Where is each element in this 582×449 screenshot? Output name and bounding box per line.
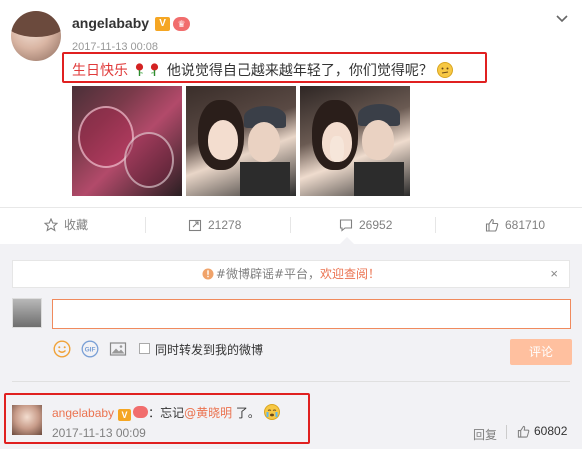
- rose-emoji-icon: [136, 63, 144, 76]
- repost-checkbox[interactable]: [139, 343, 150, 354]
- repost-icon: [188, 219, 202, 232]
- post-author[interactable]: angelababy V ♛: [72, 15, 191, 32]
- divider: [12, 381, 570, 382]
- crying-emoji-icon: [263, 404, 280, 420]
- star-icon: [43, 217, 59, 232]
- emoji-icon[interactable]: [53, 340, 71, 358]
- post-text: 生日快乐 他说觉得自己越来越年轻了，你们觉得呢？: [72, 60, 454, 80]
- submit-comment-button[interactable]: 评论: [510, 339, 572, 365]
- separator: [435, 217, 436, 233]
- separator: [290, 217, 291, 233]
- chevron-down-icon[interactable]: [556, 12, 568, 23]
- verified-badge-icon: V: [118, 409, 132, 421]
- comment-text: angelababy V ：忘记@黄晓明 了。: [52, 404, 280, 421]
- post-text-highlight: 生日快乐: [72, 63, 128, 79]
- thumbs-up-icon: [517, 425, 530, 438]
- comment-author-name[interactable]: angelababy: [52, 406, 114, 420]
- comment-input[interactable]: [52, 299, 571, 329]
- comment-like-button[interactable]: 60802: [517, 424, 567, 438]
- close-icon[interactable]: ×: [550, 266, 558, 281]
- post-photo-1[interactable]: [72, 86, 182, 196]
- post-text-body: 他说觉得自己越来越年轻了，你们觉得呢？: [166, 63, 433, 79]
- rose-emoji-icon: [151, 63, 159, 76]
- like-count: 681710: [505, 218, 546, 232]
- post-photo-2[interactable]: [186, 86, 296, 196]
- comment-like-count: 60802: [534, 424, 568, 438]
- comment-caret: [340, 237, 354, 244]
- image-icon[interactable]: [109, 340, 127, 358]
- comment-text-prefix: ：忘记: [148, 406, 185, 420]
- reply-button[interactable]: 回复: [473, 426, 497, 443]
- comment-icon: [339, 219, 353, 232]
- my-avatar[interactable]: [12, 298, 42, 328]
- like-button[interactable]: 681710: [485, 208, 545, 242]
- verified-badge-icon: V: [155, 17, 171, 32]
- separator: [145, 217, 146, 233]
- repost-button[interactable]: 21278: [188, 208, 241, 242]
- member-crown-icon: ♛: [173, 17, 191, 32]
- info-icon: [202, 268, 214, 280]
- notice-link[interactable]: 欢迎查阅！: [320, 267, 380, 281]
- separator: [506, 425, 507, 439]
- post-photo-3[interactable]: [300, 86, 410, 196]
- post-author-avatar[interactable]: [11, 11, 61, 61]
- thinking-emoji-icon: [437, 62, 454, 78]
- svg-text:GIF: GIF: [85, 347, 96, 354]
- favorite-button[interactable]: 收藏: [43, 208, 89, 242]
- comment-timestamp: 2017-11-13 00:09: [52, 426, 146, 440]
- comment-text-suffix: 了。: [232, 406, 260, 420]
- favorite-label: 收藏: [64, 218, 89, 232]
- action-bar: 收藏 21278 26952 681710: [0, 208, 582, 242]
- repost-count: 21278: [208, 218, 242, 232]
- repost-checkbox-label[interactable]: 同时转发到我的微博: [155, 341, 263, 358]
- thumbs-up-icon: [485, 218, 499, 232]
- post-author-name[interactable]: angelababy: [72, 15, 149, 31]
- notice-tag[interactable]: #微博辟谣#平台，: [216, 267, 320, 281]
- comment-count: 26952: [359, 218, 393, 232]
- rumor-notice: #微博辟谣#平台，欢迎查阅！: [12, 260, 570, 288]
- member-crown-icon: [133, 406, 149, 418]
- comment-mention[interactable]: @黄晓明: [184, 406, 232, 420]
- gif-icon[interactable]: GIF: [81, 340, 99, 358]
